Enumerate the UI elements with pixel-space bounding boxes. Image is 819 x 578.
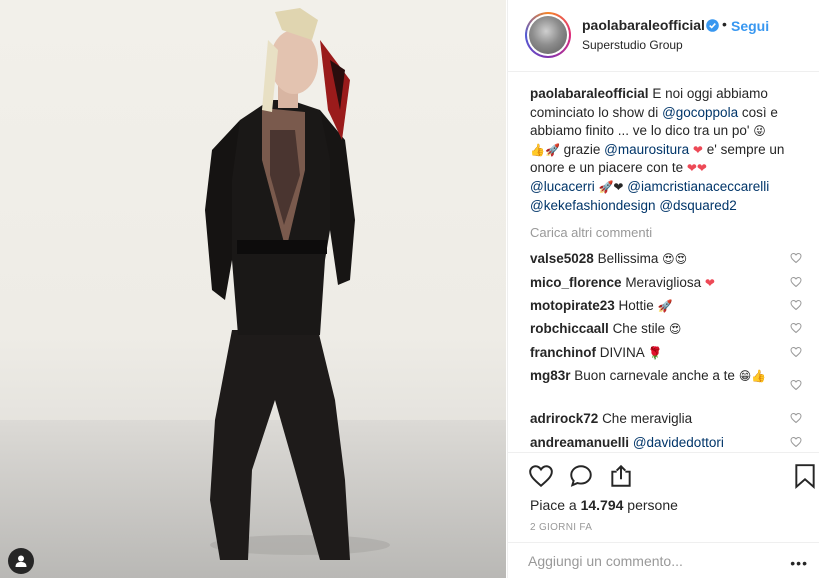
like-comment-heart-icon[interactable] <box>790 322 802 334</box>
comment-item: adrirock72 Che meraviglia <box>508 410 819 433</box>
post-timestamp[interactable]: 2 GIORNI FA <box>530 522 592 533</box>
comment-item: mg83r Buon carnevale anche a te 😁👍 <box>508 367 819 410</box>
mention-link[interactable]: @lucacerri <box>530 179 595 194</box>
comment-item: valse5028 Bellissima 😍😍 <box>508 250 819 273</box>
location-link[interactable]: Superstudio Group <box>582 38 683 52</box>
like-comment-heart-icon[interactable] <box>790 379 802 391</box>
photo-figure <box>205 8 390 560</box>
save-bookmark-icon[interactable] <box>794 463 816 489</box>
like-comment-heart-icon[interactable] <box>790 412 802 424</box>
post-photo[interactable] <box>0 0 506 578</box>
like-comment-heart-icon[interactable] <box>790 299 802 311</box>
load-more-comments-button[interactable]: Carica altri commenti <box>508 215 819 240</box>
comment-bubble-icon[interactable] <box>568 463 594 489</box>
mention-link[interactable]: @dsquared2 <box>659 198 737 213</box>
more-options-icon[interactable]: ••• <box>790 555 808 571</box>
likes-count[interactable]: Piace a 14.794 persone <box>530 497 678 513</box>
comment-username[interactable]: andreamanuelli <box>530 435 629 450</box>
comment-username[interactable]: motopirate23 <box>530 298 615 313</box>
avatar[interactable] <box>525 12 571 58</box>
post-side-panel: paolabaraleofficial • Segui Superstudio … <box>507 0 819 578</box>
comments-section: paolabaraleofficial E noi oggi abbiamo c… <box>508 85 819 457</box>
comment-item: mico_florence Meravigliosa ❤ <box>508 274 819 297</box>
emoji: 👍🚀 <box>530 142 560 157</box>
comment-input[interactable] <box>528 553 778 569</box>
share-upload-icon[interactable] <box>608 463 634 489</box>
comment-item: motopirate23 Hottie 🚀 <box>508 297 819 320</box>
header-username[interactable]: paolabaraleofficial <box>582 17 705 33</box>
mention-link[interactable]: @kekefashiondesign <box>530 198 656 213</box>
like-heart-icon[interactable] <box>528 463 554 489</box>
comment-item: franchinof DIVINA 🌹 <box>508 344 819 367</box>
person-icon <box>15 555 27 567</box>
emoji: 😜 <box>753 124 766 139</box>
comment-username[interactable]: mico_florence <box>530 275 622 290</box>
emoji: 🚀❤ <box>598 179 624 194</box>
post-header: paolabaraleofficial • Segui Superstudio … <box>508 0 819 72</box>
user-tag-button[interactable] <box>8 548 34 574</box>
mention-link[interactable]: @iamcristianaceccarelli <box>627 179 769 194</box>
follow-button[interactable]: Segui <box>731 18 769 34</box>
comment-username[interactable]: franchinof <box>530 345 596 360</box>
mention-link[interactable]: @davidedottori <box>633 435 724 450</box>
mention-link[interactable]: @gocoppola <box>662 105 738 120</box>
mention-link[interactable]: @maurositura <box>604 142 689 157</box>
comment-list: valse5028 Bellissima 😍😍 mico_florence Me… <box>508 250 819 457</box>
emoji: ❤ <box>692 142 703 157</box>
caption-username[interactable]: paolabaraleofficial <box>530 86 649 101</box>
add-comment-bar: ••• <box>508 542 819 578</box>
comment-username[interactable]: mg83r <box>530 368 571 383</box>
separator-dot: • <box>722 16 727 32</box>
like-comment-heart-icon[interactable] <box>790 346 802 358</box>
action-bar <box>508 452 819 498</box>
like-comment-heart-icon[interactable] <box>790 276 802 288</box>
post-caption: paolabaraleofficial E noi oggi abbiamo c… <box>530 86 785 213</box>
comment-username[interactable]: adrirock72 <box>530 411 598 426</box>
emoji: ❤❤ <box>686 161 707 176</box>
comment-username[interactable]: valse5028 <box>530 251 594 266</box>
comment-username[interactable]: robchiccaall <box>530 321 609 336</box>
like-comment-heart-icon[interactable] <box>790 436 802 448</box>
verified-badge-icon <box>706 19 719 32</box>
like-comment-heart-icon[interactable] <box>790 252 802 264</box>
comment-item: robchiccaall Che stile 😍 <box>508 320 819 343</box>
